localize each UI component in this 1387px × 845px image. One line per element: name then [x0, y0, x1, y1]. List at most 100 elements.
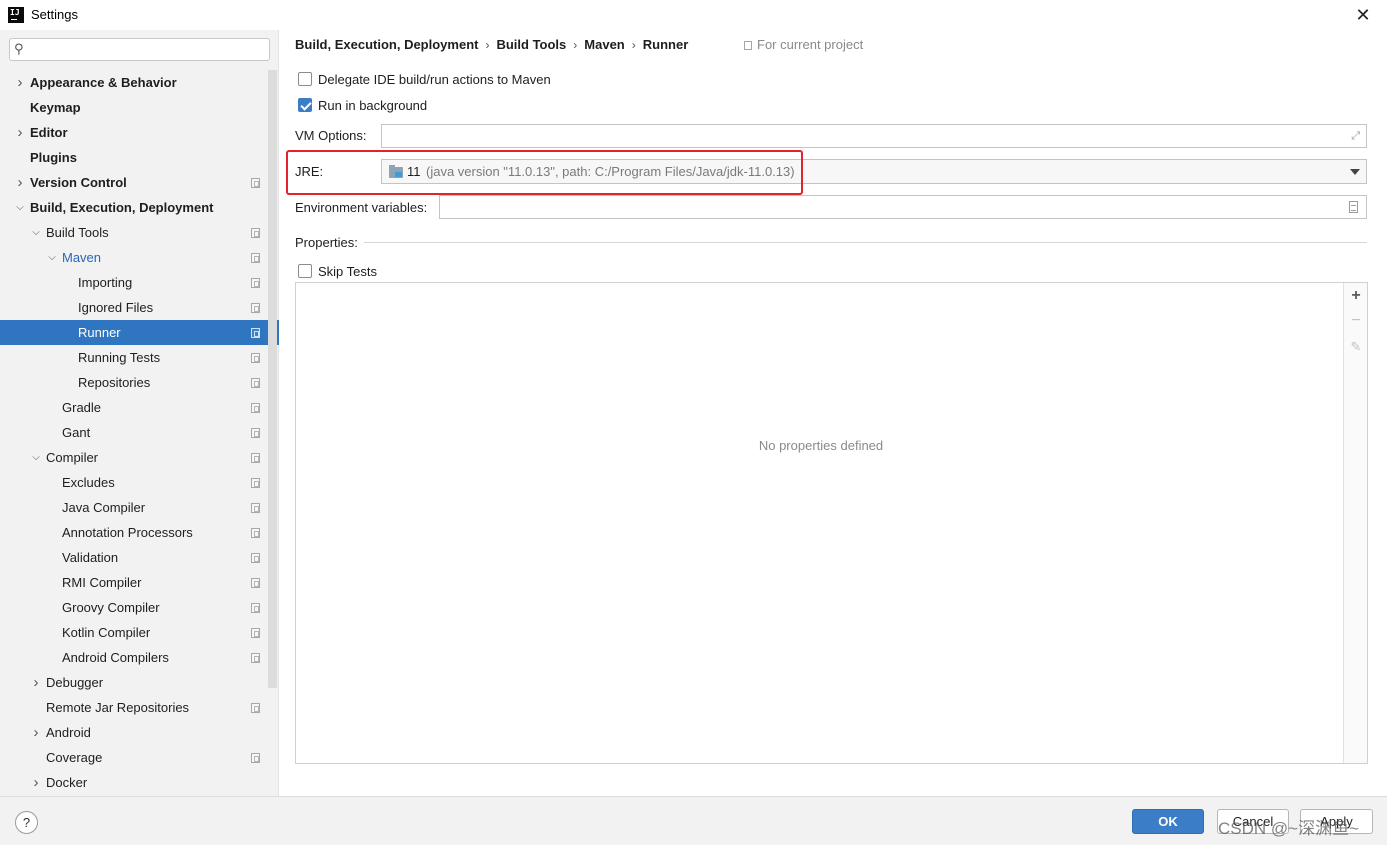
sidebar-item-label: Remote Jar Repositories: [46, 700, 190, 715]
chevron-down-icon[interactable]: ⌵: [30, 220, 42, 245]
chevron-right-icon[interactable]: ›: [14, 170, 26, 195]
sidebar-item-rmi-compiler[interactable]: RMI Compiler: [0, 570, 266, 595]
ok-button[interactable]: OK: [1132, 809, 1204, 834]
sidebar-item-validation[interactable]: Validation: [0, 545, 266, 570]
sidebar-item-importing[interactable]: Importing: [0, 270, 266, 295]
apply-button[interactable]: Apply: [1300, 809, 1373, 834]
breadcrumb-item[interactable]: Build Tools: [496, 37, 566, 52]
checkbox-box[interactable]: [298, 98, 312, 112]
breadcrumb-separator: ›: [573, 38, 578, 52]
sidebar-item-editor[interactable]: › Editor: [0, 120, 266, 145]
search-icon: ⚲: [14, 41, 24, 56]
delegate-build-label: Delegate IDE build/run actions to Maven: [318, 71, 551, 87]
sidebar-item-version-control[interactable]: › Version Control: [0, 170, 266, 195]
properties-table[interactable]: No properties defined + − ✎: [295, 282, 1368, 764]
sidebar-item-label: Groovy Compiler: [62, 600, 160, 615]
remove-icon[interactable]: −: [1344, 309, 1368, 333]
sidebar-item-java-compiler[interactable]: Java Compiler: [0, 495, 266, 520]
sidebar-item-label: Keymap: [30, 100, 81, 115]
add-icon[interactable]: +: [1344, 284, 1368, 308]
close-icon[interactable]: ✕: [1352, 4, 1374, 26]
sidebar-item-label: Java Compiler: [62, 500, 146, 515]
sidebar-item-gradle[interactable]: Gradle: [0, 395, 266, 420]
help-icon[interactable]: ?: [15, 811, 38, 834]
project-scope-icon: [251, 428, 260, 438]
project-scope-icon: [251, 353, 260, 363]
sidebar-item-coverage[interactable]: Coverage: [0, 745, 266, 770]
for-current-project: For current project: [744, 37, 863, 52]
sidebar-item-label: Maven: [62, 250, 102, 265]
run-in-background-checkbox[interactable]: Run in background: [298, 96, 427, 114]
sidebar-item-remote-jar-repositories[interactable]: Remote Jar Repositories: [0, 695, 266, 720]
sidebar-item-docker[interactable]: › Docker: [0, 770, 266, 795]
chevron-down-icon[interactable]: [1350, 169, 1360, 175]
sidebar-item-kotlin-compiler[interactable]: Kotlin Compiler: [0, 620, 266, 645]
search-input[interactable]: [34, 41, 264, 58]
for-current-project-label: For current project: [757, 37, 864, 52]
breadcrumb-separator: ›: [485, 38, 490, 52]
sidebar-item-label: Kotlin Compiler: [62, 625, 151, 640]
properties-title: Properties:: [295, 235, 358, 250]
sidebar-item-label: Importing: [78, 275, 133, 290]
project-scope-icon: [251, 578, 260, 588]
sidebar-item-label: Coverage: [46, 750, 103, 765]
project-scope-icon: [251, 253, 260, 263]
chevron-down-icon[interactable]: ⌵: [14, 195, 26, 220]
project-scope-icon: [251, 603, 260, 613]
project-scope-icon: [251, 553, 260, 563]
jre-dropdown[interactable]: 11 (java version "11.0.13", path: C:/Pro…: [381, 159, 1367, 184]
sidebar-scrollbar[interactable]: [268, 70, 277, 688]
jre-detail: (java version "11.0.13", path: C:/Progra…: [426, 164, 795, 179]
chevron-right-icon[interactable]: ›: [14, 120, 26, 145]
sidebar-item-label: Plugins: [30, 150, 77, 165]
checkbox-box[interactable]: [298, 264, 312, 278]
settings-search[interactable]: ⚲: [9, 38, 270, 61]
env-vars-field[interactable]: [439, 195, 1367, 219]
project-scope-icon: [251, 403, 260, 413]
chevron-right-icon[interactable]: ›: [30, 670, 42, 695]
sidebar-item-android[interactable]: › Android: [0, 720, 266, 745]
sidebar-item-build-execution-deployment[interactable]: ⌵ Build, Execution, Deployment: [0, 195, 266, 220]
chevron-right-icon[interactable]: ›: [30, 720, 42, 745]
run-in-background-label: Run in background: [318, 97, 428, 113]
sidebar-item-build-tools[interactable]: ⌵ Build Tools: [0, 220, 266, 245]
sidebar-item-running-tests[interactable]: Running Tests: [0, 345, 266, 370]
breadcrumb-item[interactable]: Maven: [584, 37, 624, 52]
sidebar-item-maven[interactable]: ⌵ Maven: [0, 245, 266, 270]
sidebar-item-keymap[interactable]: Keymap: [0, 95, 266, 120]
sidebar-item-android-compilers[interactable]: Android Compilers: [0, 645, 266, 670]
sidebar-item-excludes[interactable]: Excludes: [0, 470, 266, 495]
chevron-right-icon[interactable]: ›: [14, 70, 26, 95]
delegate-build-checkbox[interactable]: Delegate IDE build/run actions to Maven: [298, 70, 551, 88]
checkbox-box[interactable]: [298, 72, 312, 86]
sidebar-item-label: Ignored Files: [78, 300, 154, 315]
sidebar-item-runner[interactable]: Runner: [0, 320, 279, 345]
chevron-down-icon[interactable]: ⌵: [46, 245, 58, 270]
breadcrumb-item[interactable]: Runner: [643, 37, 689, 52]
edit-icon[interactable]: ✎: [1344, 335, 1368, 359]
sidebar-item-compiler[interactable]: ⌵ Compiler: [0, 445, 266, 470]
sidebar-item-plugins[interactable]: Plugins: [0, 145, 266, 170]
project-scope-icon: [251, 228, 260, 238]
sidebar-item-groovy-compiler[interactable]: Groovy Compiler: [0, 595, 266, 620]
chevron-right-icon[interactable]: ›: [30, 770, 42, 795]
sidebar-item-debugger[interactable]: › Debugger: [0, 670, 266, 695]
sidebar-item-annotation-processors[interactable]: Annotation Processors: [0, 520, 266, 545]
expand-icon[interactable]: ⤢: [1351, 130, 1360, 143]
project-scope-icon: [251, 478, 260, 488]
jre-label: JRE:: [295, 164, 324, 179]
project-scope-icon: [251, 753, 260, 763]
skip-tests-checkbox[interactable]: Skip Tests: [298, 262, 377, 280]
project-scope-icon: [251, 503, 260, 513]
edit-env-icon[interactable]: [1349, 201, 1358, 213]
sidebar-item-repositories[interactable]: Repositories: [0, 370, 266, 395]
sidebar-item-label: Debugger: [46, 675, 104, 690]
sidebar-item-ignored-files[interactable]: Ignored Files: [0, 295, 266, 320]
cancel-button[interactable]: Cancel: [1217, 809, 1289, 834]
settings-tree: › Appearance & Behavior Keymap › Editor Plugi…: [0, 70, 279, 795]
breadcrumb-item[interactable]: Build, Execution, Deployment: [295, 37, 478, 52]
chevron-down-icon[interactable]: ⌵: [30, 445, 42, 470]
sidebar-item-gant[interactable]: Gant: [0, 420, 266, 445]
sidebar-item-appearance-behavior[interactable]: › Appearance & Behavior: [0, 70, 266, 95]
vm-options-field[interactable]: ⤢: [381, 124, 1367, 148]
